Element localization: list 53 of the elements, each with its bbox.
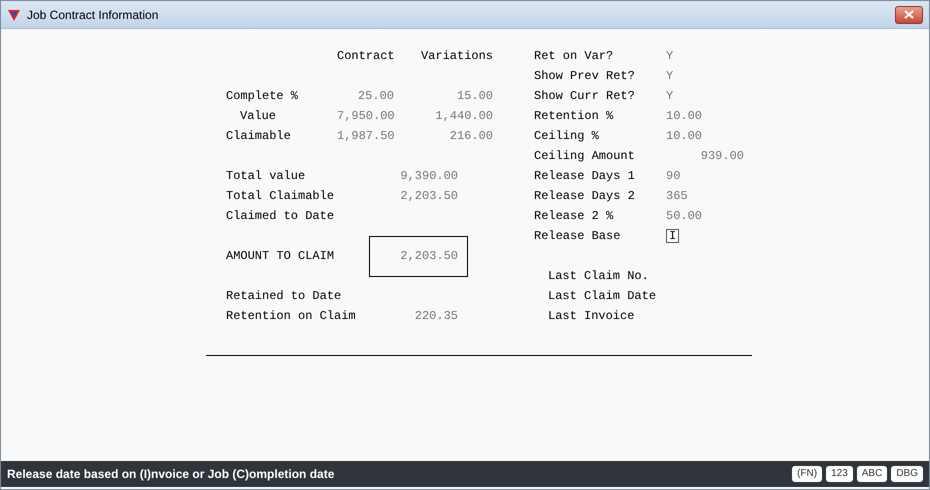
- field-value: 220.35: [414, 308, 458, 325]
- field-value: Y: [666, 68, 674, 85]
- field-label: Claimable: [226, 129, 291, 143]
- field-label: Last Claim Date: [548, 288, 656, 305]
- field-value: 216.00: [448, 128, 493, 145]
- field-value: 10.00: [666, 108, 702, 125]
- field-value: 10.00: [666, 128, 702, 145]
- field-label: Show Curr Ret?: [534, 88, 636, 105]
- field-label: Show Prev Ret?: [534, 68, 636, 85]
- field-value: 1,440.00: [434, 108, 493, 125]
- field-label: Release 2 %: [534, 208, 614, 225]
- field-value: 15.00: [456, 88, 493, 105]
- field-label: Retention %: [534, 108, 614, 125]
- field-value: 90: [666, 168, 680, 185]
- mode-indicator: (FN): [792, 466, 822, 482]
- field-label: Complete %: [226, 89, 298, 103]
- field-label: Release Base: [534, 228, 622, 245]
- field-label: Total Claimable: [226, 188, 334, 205]
- mode-indicator: ABC: [856, 466, 888, 482]
- app-logo-icon: [7, 8, 21, 22]
- mode-indicator: 123: [826, 466, 853, 482]
- field-label: Retained to Date: [226, 288, 342, 305]
- field-label: Value: [240, 109, 276, 123]
- field-value: 7,950.00: [337, 108, 394, 125]
- field-value: 25.00: [356, 88, 394, 105]
- field-value: 50.00: [666, 208, 702, 225]
- field-label: Last Invoice: [548, 308, 634, 325]
- field-label: Ceiling Amount: [534, 148, 636, 165]
- field-value: 9,390.00: [400, 168, 458, 185]
- window-title: Job Contract Information: [27, 6, 158, 24]
- field-label: Release Days 1: [534, 168, 636, 185]
- field-label: Claimed to Date: [226, 208, 334, 225]
- field-value: 365: [666, 188, 688, 205]
- field-label: Ret on Var?: [534, 48, 614, 65]
- amount-box: 2,203.50: [369, 236, 468, 276]
- field-label: AMOUNT TO CLAIM: [226, 248, 336, 265]
- status-message: Release date based on (I)nvoice or Job (C)ompletion date: [7, 466, 334, 483]
- field-label: Last Claim No.: [548, 268, 649, 285]
- field-value: 1,987.50: [337, 128, 394, 145]
- field-value: Y: [666, 88, 674, 105]
- field-value: 939.00: [700, 148, 744, 165]
- field-value: Y: [666, 48, 674, 65]
- column-header: Variations: [420, 48, 493, 65]
- field-label: Release Days 2: [534, 188, 636, 205]
- mode-indicator: DBG: [891, 466, 923, 482]
- field-label: Total value: [226, 168, 306, 185]
- field-label: Ceiling %: [534, 128, 600, 145]
- input-field[interactable]: I: [666, 229, 680, 243]
- field-value: 2,203.50: [400, 188, 458, 205]
- field-label: Retention on Claim: [226, 308, 356, 325]
- close-button[interactable]: [895, 6, 923, 24]
- column-header: Contract: [337, 48, 394, 65]
- close-icon: [904, 10, 914, 19]
